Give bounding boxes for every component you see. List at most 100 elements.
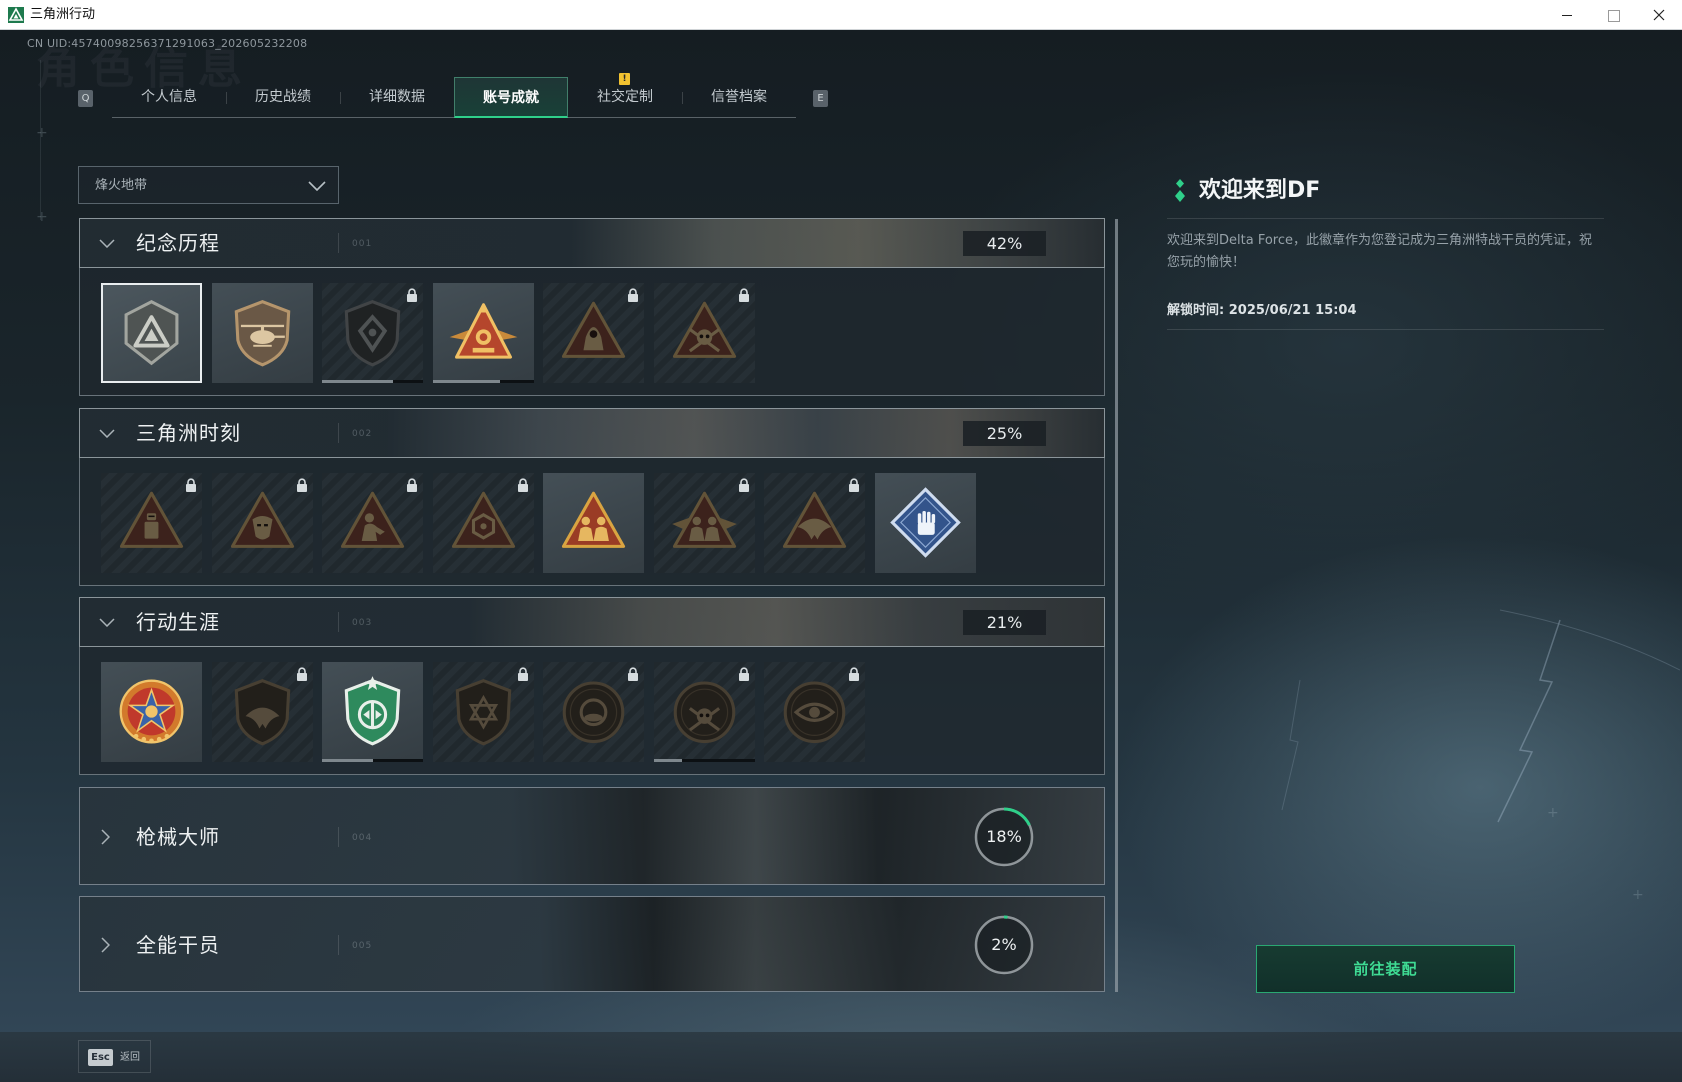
lock-icon bbox=[849, 667, 859, 681]
mask-triangle-icon bbox=[230, 491, 294, 548]
knight-triangle-icon bbox=[451, 491, 515, 548]
window-title: 三角洲行动 bbox=[30, 7, 96, 22]
badge-tile[interactable] bbox=[211, 473, 313, 573]
badge-tile[interactable] bbox=[322, 473, 423, 573]
tab-detailed-stats[interactable]: 详细数据 bbox=[340, 77, 454, 118]
lock-icon bbox=[517, 667, 528, 681]
badge-tile[interactable] bbox=[432, 662, 534, 762]
section-header-art bbox=[80, 897, 1104, 991]
badge-tile[interactable] bbox=[211, 283, 313, 383]
section-progress: 21% bbox=[963, 610, 1046, 635]
window-titlebar: 三角洲行动 bbox=[0, 0, 1682, 30]
badge-grid bbox=[79, 458, 1105, 586]
badge-tile[interactable] bbox=[322, 662, 423, 762]
chevron-down-icon bbox=[308, 181, 326, 191]
chevron-down-icon bbox=[99, 618, 115, 627]
maximize-icon[interactable] bbox=[1590, 0, 1636, 30]
section-header-art bbox=[80, 788, 1104, 884]
section-number: 003 bbox=[352, 618, 373, 628]
diamond-marker-icon bbox=[1175, 179, 1185, 202]
hud-crosshair: + bbox=[1547, 805, 1559, 821]
section-header[interactable]: 行动生涯 003 21% bbox=[79, 597, 1105, 647]
achievement-list-scrollbar[interactable] bbox=[1115, 219, 1118, 992]
badge-tile[interactable] bbox=[543, 662, 644, 762]
tab-label: 信誉档案 bbox=[711, 89, 767, 105]
progress-ring: 18% bbox=[973, 806, 1035, 868]
chevron-down-icon bbox=[99, 239, 115, 248]
tab-label: 详细数据 bbox=[369, 89, 425, 105]
badge-tile[interactable] bbox=[101, 283, 202, 383]
progress-ring: 2% bbox=[973, 914, 1035, 976]
section-number: 004 bbox=[352, 833, 373, 843]
badge-tile[interactable] bbox=[764, 473, 865, 573]
footer-bar bbox=[0, 1032, 1682, 1082]
badge-tile[interactable] bbox=[101, 662, 202, 762]
tab-social-customization[interactable]: 社交定制! bbox=[568, 73, 682, 118]
badge-tile[interactable] bbox=[101, 473, 202, 573]
badge-detail-description: 欢迎来到Delta Force，此徽章作为您登记成为三角洲特战干员的凭证，祝您玩… bbox=[1167, 233, 1592, 270]
section-header[interactable]: 枪械大师 004 18% bbox=[79, 787, 1105, 885]
section-header-art bbox=[80, 219, 1104, 267]
lock-icon bbox=[738, 667, 749, 681]
tab-label: 个人信息 bbox=[141, 89, 197, 105]
achievement-section: 行动生涯 003 21% bbox=[79, 597, 1105, 775]
section-header[interactable]: 三角洲时刻 002 25% bbox=[79, 408, 1105, 458]
golden-winged-triangle-icon bbox=[449, 303, 517, 359]
minimize-icon[interactable] bbox=[1544, 0, 1590, 30]
badge-tile[interactable] bbox=[874, 473, 976, 573]
lock-icon bbox=[628, 667, 638, 681]
hex-emblem-shield-icon bbox=[344, 300, 401, 367]
tab-achievements[interactable]: 账号成就 bbox=[454, 77, 568, 118]
badge-tile[interactable] bbox=[653, 283, 755, 383]
section-header[interactable]: 全能干员 005 2% bbox=[79, 896, 1105, 992]
badge-tile[interactable] bbox=[432, 283, 534, 383]
badge-grid bbox=[79, 647, 1105, 775]
squad-triangle-icon bbox=[561, 491, 626, 548]
badge-tile[interactable] bbox=[322, 283, 423, 383]
chevron-down-icon bbox=[99, 429, 115, 438]
tab-label: 历史战绩 bbox=[255, 89, 311, 105]
tab-personal-info[interactable]: 个人信息 bbox=[112, 77, 226, 118]
tab-label: 社交定制 bbox=[597, 89, 653, 105]
section-number: 002 bbox=[352, 429, 373, 439]
kneeling-soldier-triangle-icon bbox=[340, 491, 405, 548]
badge-tile[interactable] bbox=[653, 662, 755, 762]
hud-crosshair: + bbox=[36, 125, 48, 141]
badge-progress-bar bbox=[322, 759, 423, 762]
badge-progress-bar bbox=[653, 759, 755, 762]
close-icon[interactable] bbox=[1636, 0, 1682, 30]
badge-tile[interactable] bbox=[764, 662, 865, 762]
badge-tile[interactable] bbox=[543, 283, 644, 383]
badge-grid bbox=[79, 268, 1105, 396]
section-header[interactable]: 纪念历程 001 42% bbox=[79, 218, 1105, 268]
badge-tile[interactable] bbox=[432, 473, 534, 573]
game-mode-select[interactable]: 烽火地带 bbox=[78, 166, 339, 204]
section-title: 行动生涯 bbox=[136, 610, 220, 634]
tab-match-history[interactable]: 历史战绩 bbox=[226, 77, 340, 118]
go-equip-button[interactable]: 前往装配 bbox=[1256, 945, 1515, 993]
skull-circle-icon bbox=[673, 681, 735, 744]
badge-tile[interactable] bbox=[543, 473, 644, 573]
tab-reputation-record[interactable]: 信誉档案 bbox=[682, 77, 796, 118]
delta-force-app-icon bbox=[8, 7, 24, 23]
badge-progress-fill bbox=[432, 380, 501, 383]
badge-progress-bar bbox=[322, 380, 423, 383]
eagle-shield-icon bbox=[234, 679, 290, 746]
badge-tile[interactable] bbox=[653, 473, 755, 573]
section-divider bbox=[338, 233, 339, 253]
chevron-right-icon bbox=[101, 829, 110, 845]
heroes-triangle-icon bbox=[671, 491, 737, 548]
badge-tile[interactable] bbox=[211, 662, 313, 762]
alert-badge: ! bbox=[619, 73, 630, 85]
section-title: 枪械大师 bbox=[136, 825, 220, 849]
back-button[interactable]: Esc 返回 bbox=[78, 1040, 151, 1073]
tab-bar: 个人信息 历史战绩 详细数据 账号成就 社交定制! 信誉档案 bbox=[112, 73, 796, 118]
lightning-decoration bbox=[1281, 609, 1680, 823]
prev-tab-key-hint: Q bbox=[78, 90, 93, 107]
lock-icon bbox=[407, 478, 417, 492]
section-number: 005 bbox=[352, 941, 373, 951]
helicopter-shield-icon bbox=[234, 300, 290, 367]
robot-triangle-icon bbox=[119, 491, 184, 548]
badge-progress-fill bbox=[322, 380, 393, 383]
hexagram-shield-icon bbox=[455, 679, 511, 746]
